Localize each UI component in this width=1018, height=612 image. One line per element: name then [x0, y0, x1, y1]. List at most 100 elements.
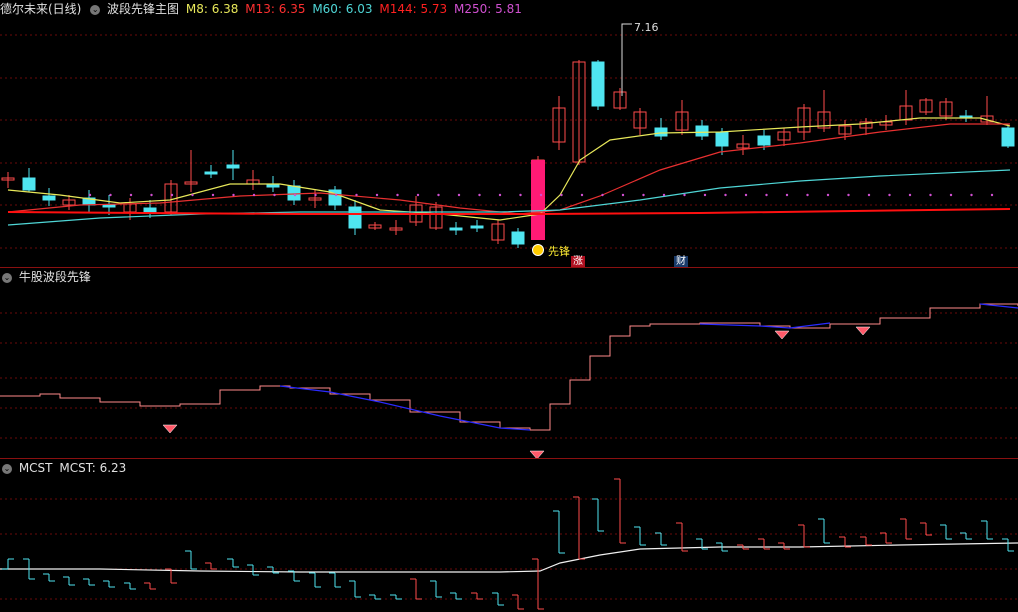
mcst-value: MCST: 6.23	[59, 461, 127, 475]
ma250-dot	[744, 193, 748, 197]
ma250-dot	[765, 193, 768, 197]
wave-indicator-panel[interactable]: ⌄ 牛股波段先锋	[0, 268, 1018, 458]
ma250-dot	[785, 193, 789, 197]
collapse-icon[interactable]: ⌄	[2, 463, 12, 474]
ma250-dot	[867, 193, 871, 197]
cai-badge[interactable]: 财	[674, 256, 688, 267]
signal-icon	[532, 244, 544, 256]
ma250-label: M250: 5.81	[454, 2, 522, 16]
ma250-dot	[252, 193, 256, 197]
candle-body	[287, 185, 301, 201]
candlestick-chart[interactable]	[0, 0, 1018, 267]
ma250-dot	[806, 193, 809, 197]
mcst-line	[0, 542, 1018, 573]
candle-body	[591, 61, 605, 107]
ma144-label: M144: 5.73	[379, 2, 448, 16]
candle-body	[449, 227, 463, 231]
ma250-dot	[539, 193, 543, 197]
diamond-signal-icon	[855, 326, 871, 336]
ma250-dot	[375, 193, 379, 197]
ma250-dot	[498, 193, 502, 197]
ma8-line	[7, 117, 1011, 221]
wave-indicator-title: 牛股波段先锋	[18, 270, 91, 284]
ma250-dot	[355, 193, 358, 197]
collapse-icon[interactable]: ⌄	[90, 4, 101, 15]
ma250-dot	[129, 193, 133, 197]
high-price-label: 7.16	[634, 21, 659, 34]
ma250-dot	[888, 193, 891, 197]
diamond-signal-icon	[162, 424, 178, 434]
collapse-icon[interactable]: ⌄	[2, 272, 12, 283]
indicator-name: 波段先锋主图	[107, 2, 180, 16]
ma250-dot	[416, 193, 420, 197]
ma250-dot	[662, 193, 666, 197]
candle-body	[22, 177, 36, 191]
main-chart-panel[interactable]: 德尔未来(日线) ⌄ 波段先锋主图 M8: 6.38 M13: 6.35 M60…	[0, 0, 1018, 267]
mcst-panel[interactable]: ⌄ MCST MCST: 6.23	[0, 459, 1018, 612]
ma250-dot	[88, 193, 92, 197]
mcst-title: MCST	[18, 461, 53, 475]
candle-body	[226, 164, 240, 169]
ma250-dot	[970, 193, 973, 197]
stock-name: 德尔未来(日线)	[0, 2, 82, 16]
ma250-dot	[109, 193, 112, 197]
ma250-dot	[724, 193, 727, 197]
diamond-signal-icon	[529, 450, 545, 458]
candle-body	[204, 171, 218, 175]
ma250-dot	[642, 193, 645, 197]
ma250-dot	[826, 193, 830, 197]
ma250-dot	[314, 193, 317, 197]
candle-body	[511, 231, 525, 245]
ma250-dot	[293, 193, 297, 197]
ma250-dot	[232, 193, 235, 197]
ma250-dot	[929, 193, 932, 197]
ma250-dot	[847, 193, 850, 197]
wave-down-line	[279, 385, 531, 431]
candle-body	[266, 184, 280, 188]
ma250-dot	[273, 193, 276, 197]
signal-label: 先锋	[548, 245, 570, 258]
ma250-dot	[396, 193, 399, 197]
ma250-dot	[519, 193, 522, 197]
wave-step-line	[0, 303, 1018, 431]
candle-body	[348, 206, 362, 229]
main-chart-header: 德尔未来(日线) ⌄ 波段先锋主图 M8: 6.38 M13: 6.35 M60…	[0, 0, 525, 18]
ma250-dot	[150, 193, 153, 197]
ma60-label: M60: 6.03	[312, 2, 373, 16]
ma250-dot	[334, 193, 338, 197]
wave-indicator-chart[interactable]	[0, 268, 1018, 458]
candle-body	[654, 127, 668, 137]
ma250-dot	[990, 193, 994, 197]
ma250-dot	[437, 193, 440, 197]
candle-body	[470, 225, 484, 229]
ma250-dot	[703, 193, 707, 197]
ma250-dot	[457, 193, 461, 197]
candle-body	[757, 135, 771, 146]
candle-body	[42, 195, 56, 201]
ma250-dot	[478, 193, 481, 197]
ma250-dot	[908, 193, 912, 197]
ma250-dot	[211, 193, 215, 197]
ma250-dot	[170, 193, 174, 197]
candle-body	[715, 131, 729, 147]
candle-body	[143, 207, 157, 213]
mcst-chart[interactable]	[0, 459, 1018, 612]
diamond-signal-icon	[774, 330, 790, 340]
zhang-badge[interactable]: 涨	[571, 256, 585, 267]
ma250-dot	[580, 193, 584, 197]
candle-body	[1001, 127, 1015, 147]
signal-bar	[531, 160, 545, 240]
ma8-label: M8: 6.38	[185, 2, 239, 16]
ma250-dot	[560, 193, 563, 197]
ma60-line	[7, 169, 1011, 226]
mcst-header: ⌄ MCST MCST: 6.23	[0, 459, 129, 477]
ma250-dot	[191, 193, 194, 197]
ma250-dot	[601, 193, 604, 197]
ma250-dot	[683, 193, 686, 197]
ma13-label: M13: 6.35	[245, 2, 306, 16]
wave-down-line	[979, 303, 1018, 309]
wave-indicator-header: ⌄ 牛股波段先锋	[0, 268, 94, 286]
ma250-dot	[949, 193, 953, 197]
candle-body	[695, 125, 709, 137]
candle-body	[102, 204, 116, 208]
